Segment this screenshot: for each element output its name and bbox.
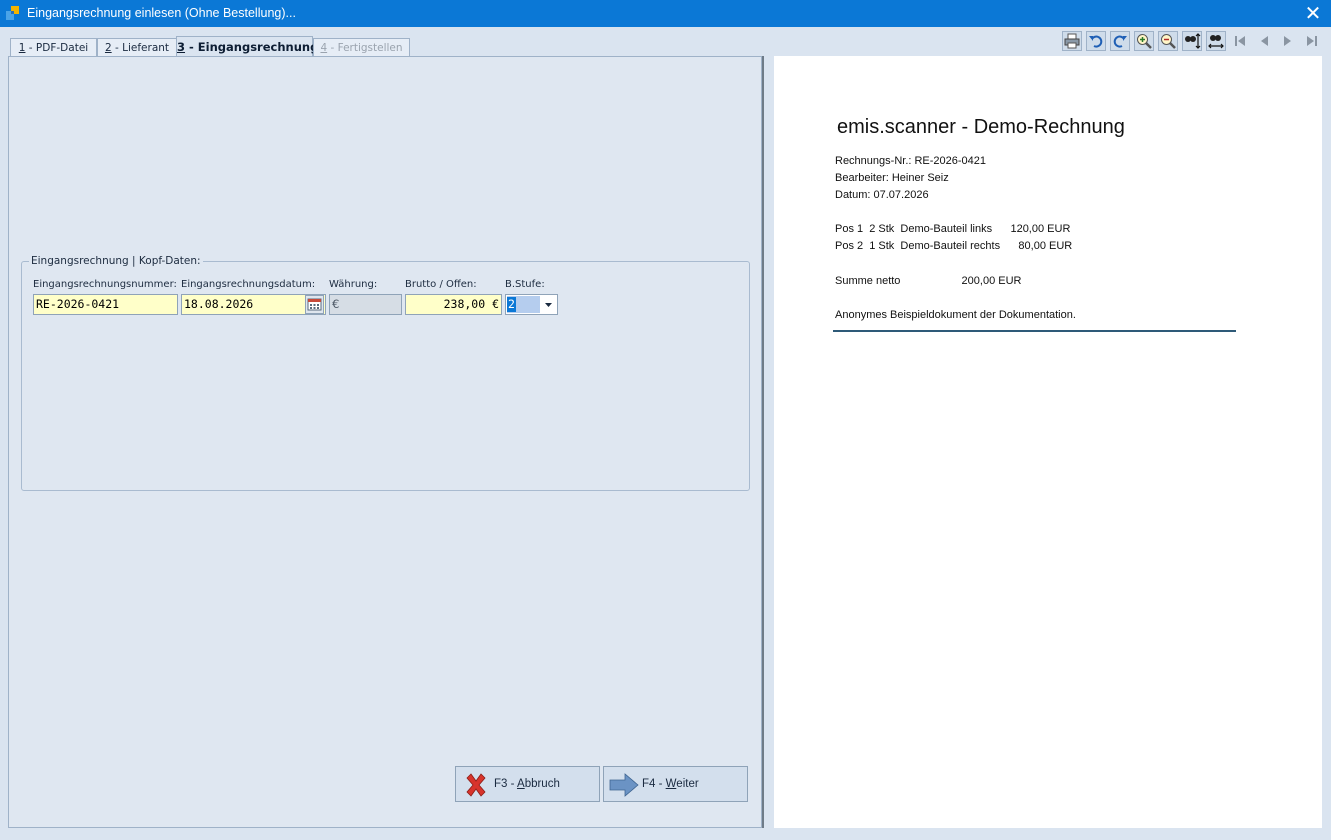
redo-icon[interactable] [1110, 31, 1130, 51]
group-legend: Eingangsrechnung | Kopf-Daten: [29, 255, 203, 267]
document-line: Rechnungs-Nr.: RE-2026-0421 [835, 155, 987, 167]
first-page-icon [1235, 36, 1245, 46]
document-line: Pos 2 1 Stk Demo-Bauteil rechts 80,00 EU… [835, 240, 1073, 252]
approval-level-select[interactable]: 2 [505, 294, 558, 315]
invoice-number-label: Eingangsrechnungsnummer: [33, 279, 177, 290]
chevron-down-icon[interactable] [541, 296, 556, 313]
panel-splitter[interactable] [762, 56, 774, 828]
next-button[interactable]: F4 - Weiter [603, 766, 748, 802]
title-bar: Eingangsrechnung einlesen (Ohne Bestellu… [0, 0, 1331, 27]
document-line: Pos 1 2 Stk Demo-Bauteil links 120,00 EU… [835, 223, 1071, 235]
tab-eingangsrechnung[interactable]: 3 - Eingangsrechnung [176, 36, 318, 58]
right-edge [1322, 56, 1331, 828]
cancel-button[interactable]: F3 - Abbruch [455, 766, 600, 802]
document-rule [833, 330, 1236, 332]
approval-level-value: 2 [507, 297, 516, 312]
document-line: Summe netto 200,00 EUR [835, 275, 1022, 287]
document-line: Anonymes Beispieldokument der Dokumentat… [835, 309, 1076, 321]
invoice-date-label: Eingangsrechnungsdatum: [181, 279, 316, 290]
prev-page-icon [1261, 36, 1268, 46]
tab-pdf-datei[interactable]: 1 - PDF-Datei [10, 38, 97, 56]
document-line: Bearbeiter: Heiner Seiz [835, 172, 949, 184]
app-icon [6, 6, 19, 20]
document-title: emis.scanner - Demo-Rechnung [837, 116, 1125, 138]
fit-height-icon[interactable] [1182, 31, 1202, 51]
zoom-in-icon[interactable] [1134, 31, 1154, 51]
currency-field: € [329, 294, 402, 315]
tab-lieferant[interactable]: 2 - Lieferant [97, 38, 177, 56]
calendar-icon[interactable] [305, 295, 324, 314]
print-icon[interactable] [1062, 31, 1082, 51]
tab-fertigstellen: 4 - Fertigstellen [313, 38, 410, 56]
arrow-right-icon [609, 773, 639, 797]
document-line: Datum: 07.07.2026 [835, 189, 929, 201]
close-icon[interactable]: ✕ [1301, 2, 1325, 24]
cancel-x-icon [466, 773, 486, 797]
zoom-out-icon[interactable] [1158, 31, 1178, 51]
currency-label: Währung: [329, 279, 378, 290]
bottom-edge [0, 828, 1331, 840]
approval-level-label: B.Stufe: [505, 279, 545, 290]
undo-icon[interactable] [1086, 31, 1106, 51]
gross-open-label: Brutto / Offen: [405, 279, 477, 290]
gross-open-field[interactable]: 238,00 € [405, 294, 502, 315]
next-page-icon [1284, 36, 1291, 46]
fit-width-icon[interactable] [1206, 31, 1226, 51]
invoice-number-field[interactable]: RE-2026-0421 [33, 294, 178, 315]
document-preview: emis.scanner - Demo-Rechnung Rechnungs-N… [774, 56, 1322, 828]
window-title: Eingangsrechnung einlesen (Ohne Bestellu… [27, 6, 296, 20]
last-page-icon [1307, 36, 1317, 46]
